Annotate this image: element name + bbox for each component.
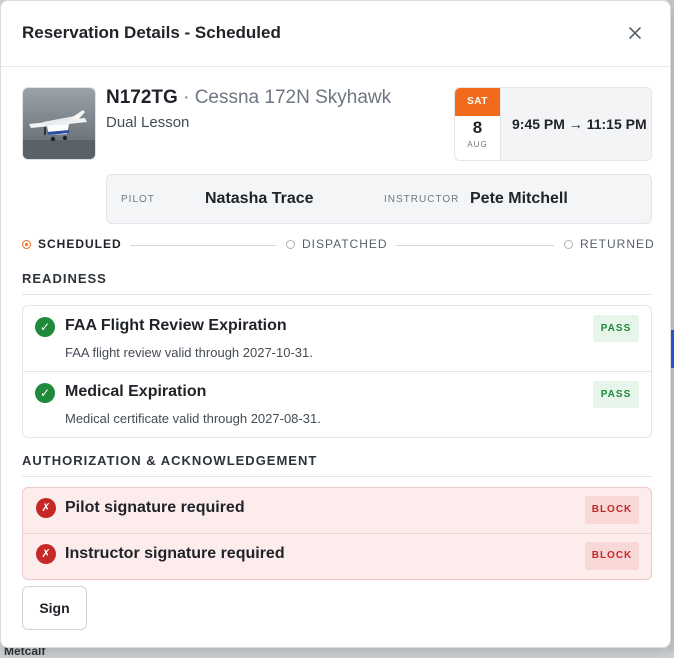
day-number: 8 <box>472 118 483 137</box>
crew-box: PILOT Natasha Trace INSTRUCTOR Pete Mitc… <box>106 174 652 224</box>
modal-header: Reservation Details - Scheduled <box>1 1 670 67</box>
airplane-photo-icon <box>23 88 95 159</box>
pilot-label: PILOT <box>121 194 155 205</box>
readiness-item-title: Medical Expiration <box>65 383 207 400</box>
step-dot-icon <box>286 239 295 249</box>
tail-number: N172TG <box>106 87 178 108</box>
aircraft-model: Cessna 172N Skyhawk <box>194 87 392 108</box>
modal-title: Reservation Details - Scheduled <box>22 23 281 42</box>
aircraft-title: N172TG · Cessna 172N Skyhawk <box>106 87 391 109</box>
aircraft-photo <box>22 87 96 160</box>
step-dot-icon <box>564 239 573 249</box>
timeline-connector <box>130 245 276 246</box>
title-separator: · <box>177 87 195 108</box>
check-icon: ✓ <box>35 317 55 337</box>
authorization-item: ✗ Pilot signature required BLOCK <box>23 488 651 534</box>
authorization-item-title: Pilot signature required <box>65 499 245 516</box>
step-scheduled: SCHEDULED <box>22 237 122 251</box>
readiness-item: ✓ Medical Expiration Medical certificate… <box>23 372 651 437</box>
sign-button[interactable]: Sign <box>22 586 87 630</box>
step-label: SCHEDULED <box>38 237 122 251</box>
readiness-list: ✓ FAA Flight Review Expiration FAA fligh… <box>22 305 652 438</box>
readiness-item-title: FAA Flight Review Expiration <box>65 317 287 334</box>
instructor-name: Pete Mitchell <box>470 190 568 207</box>
lesson-type: Dual Lesson <box>106 114 190 131</box>
reservation-details-modal: Reservation Details - Scheduled N172TG ·… <box>0 0 671 648</box>
step-dispatched: DISPATCHED <box>286 237 388 251</box>
readiness-item: ✓ FAA Flight Review Expiration FAA fligh… <box>23 306 651 372</box>
authorization-item: ✗ Instructor signature required BLOCK <box>23 534 651 579</box>
section-divider <box>22 294 652 295</box>
authorization-list: ✗ Pilot signature required BLOCK ✗ Instr… <box>22 487 652 580</box>
authorization-item-title: Instructor signature required <box>65 545 285 562</box>
readiness-title: READINESS <box>22 271 107 286</box>
timeline-connector <box>396 245 554 246</box>
step-returned: RETURNED <box>564 237 655 251</box>
status-timeline: SCHEDULED DISPATCHED RETURNED <box>22 237 655 253</box>
time-range: 9:45 PM → 11:15 PM <box>512 116 647 132</box>
block-badge: BLOCK <box>585 542 639 570</box>
readiness-item-description: FAA flight review valid through 2027-10-… <box>65 345 313 360</box>
pilot-name: Natasha Trace <box>205 190 314 207</box>
step-dot-icon <box>22 239 31 249</box>
check-icon: ✓ <box>35 383 55 403</box>
day-of-week: SAT <box>455 88 500 116</box>
close-button[interactable] <box>624 22 646 44</box>
pass-badge: PASS <box>593 315 639 342</box>
x-icon: ✗ <box>36 498 56 518</box>
month-label: AUG <box>467 140 488 149</box>
readiness-item-description: Medical certificate valid through 2027-0… <box>65 411 321 426</box>
pass-badge: PASS <box>593 381 639 408</box>
x-icon: ✗ <box>36 544 56 564</box>
step-label: RETURNED <box>580 237 655 251</box>
step-label: DISPATCHED <box>302 237 388 251</box>
close-icon <box>629 27 641 39</box>
authorization-title: AUTHORIZATION & ACKNOWLEDGEMENT <box>22 453 318 468</box>
schedule-box: SAT 8 AUG 9:45 PM → 11:15 PM <box>454 87 652 161</box>
section-divider <box>22 476 652 477</box>
calendar-badge: SAT 8 AUG <box>455 88 501 160</box>
block-badge: BLOCK <box>585 496 639 524</box>
instructor-label: INSTRUCTOR <box>384 194 460 205</box>
